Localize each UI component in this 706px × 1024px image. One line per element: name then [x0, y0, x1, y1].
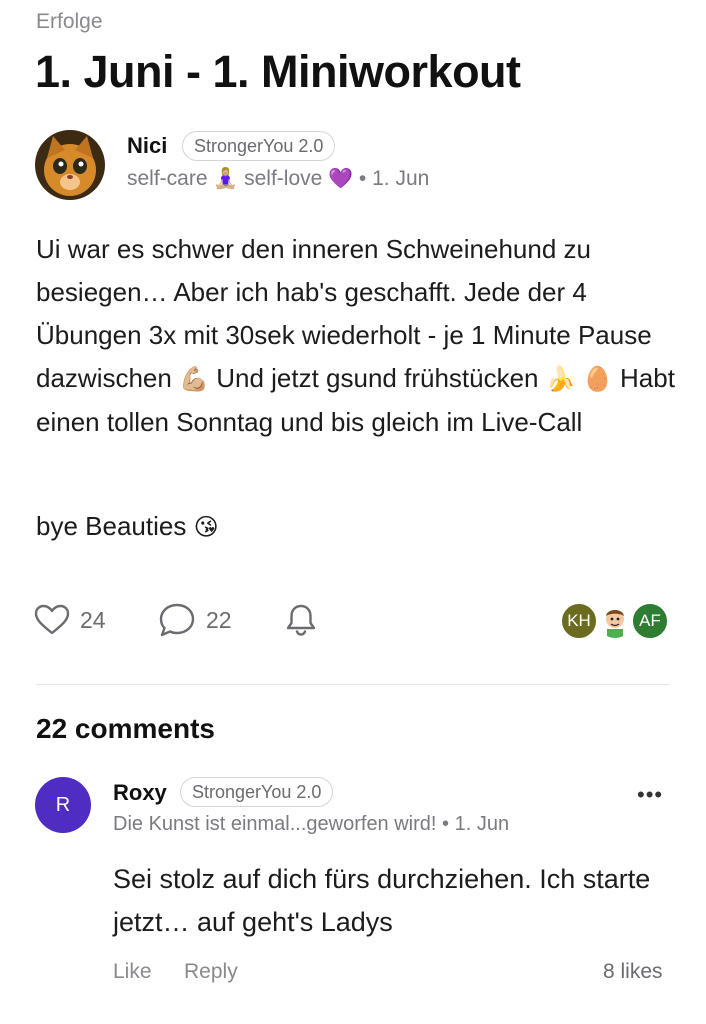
comment-author-subtitle: Die Kunst ist einmal...geworfen wird!	[113, 813, 437, 835]
author-badge: StrongerYou 2.0	[182, 131, 336, 161]
cat-avatar-icon	[35, 130, 105, 200]
signoff-text: bye Beauties	[36, 511, 187, 541]
heart-icon	[34, 604, 70, 635]
bell-icon	[286, 604, 316, 636]
comment-avatar[interactable]: R	[35, 777, 91, 833]
author-meta: self-care 🧘🏼‍♀️ self-love 💜 • 1. Jun	[127, 166, 429, 191]
comment-author-name[interactable]: Roxy	[113, 780, 167, 806]
kiss-emoji-icon: 😘	[193, 514, 219, 541]
post-signoff: bye Beauties 😘	[36, 505, 219, 549]
participant-avatar[interactable]	[596, 602, 634, 640]
like-count: 24	[80, 606, 106, 633]
comment-like-button[interactable]: Like	[113, 960, 152, 984]
meta-separator: •	[358, 167, 367, 190]
comment-date: 1. Jun	[454, 813, 510, 835]
comment-author-badge: StrongerYou 2.0	[180, 777, 334, 807]
comment-likes-count[interactable]: 8 likes	[603, 960, 663, 984]
participant-avatar[interactable]: KH	[560, 602, 598, 640]
like-button[interactable]: 24	[34, 600, 106, 640]
comment-button[interactable]: 22	[158, 600, 232, 640]
participant-avatar[interactable]: AF	[631, 602, 669, 640]
comments-header: 22 comments	[36, 713, 215, 744]
purple-heart-emoji-icon: 💜	[328, 168, 354, 190]
post-date: 1. Jun	[372, 167, 430, 190]
post-category[interactable]: Erfolge	[36, 10, 103, 34]
section-divider	[36, 684, 670, 685]
flexed-biceps-emoji-icon: 💪🏼	[179, 366, 209, 393]
author-name[interactable]: Nici	[127, 133, 167, 159]
author-tag-1: self-care	[127, 167, 208, 190]
meditation-emoji-icon: 🧘🏼‍♀️	[213, 168, 239, 190]
comment-meta: Die Kunst ist einmal...geworfen wird! • …	[113, 813, 509, 836]
speech-bubble-icon	[159, 603, 195, 637]
author-avatar[interactable]	[35, 130, 105, 200]
notify-button[interactable]	[284, 600, 318, 640]
post-body-part-2: Und jetzt gsund frühstücken	[216, 363, 539, 393]
cartoon-avatar-icon	[598, 604, 632, 638]
post-body: Ui war es schwer den inneren Schweinehun…	[36, 228, 676, 444]
egg-emoji-icon: 🥚	[582, 366, 613, 393]
banana-emoji-icon: 🍌	[545, 366, 576, 393]
more-options-button[interactable]: •••	[637, 782, 663, 808]
comment-text: Sei stolz auf dich fürs durchziehen. Ich…	[113, 864, 651, 937]
author-tag-2: self-love	[244, 167, 323, 190]
post-title: 1. Juni - 1. Miniworkout	[35, 46, 521, 97]
comment-count: 22	[206, 606, 232, 633]
meta-separator: •	[442, 813, 450, 835]
comment-reply-button[interactable]: Reply	[184, 960, 238, 984]
